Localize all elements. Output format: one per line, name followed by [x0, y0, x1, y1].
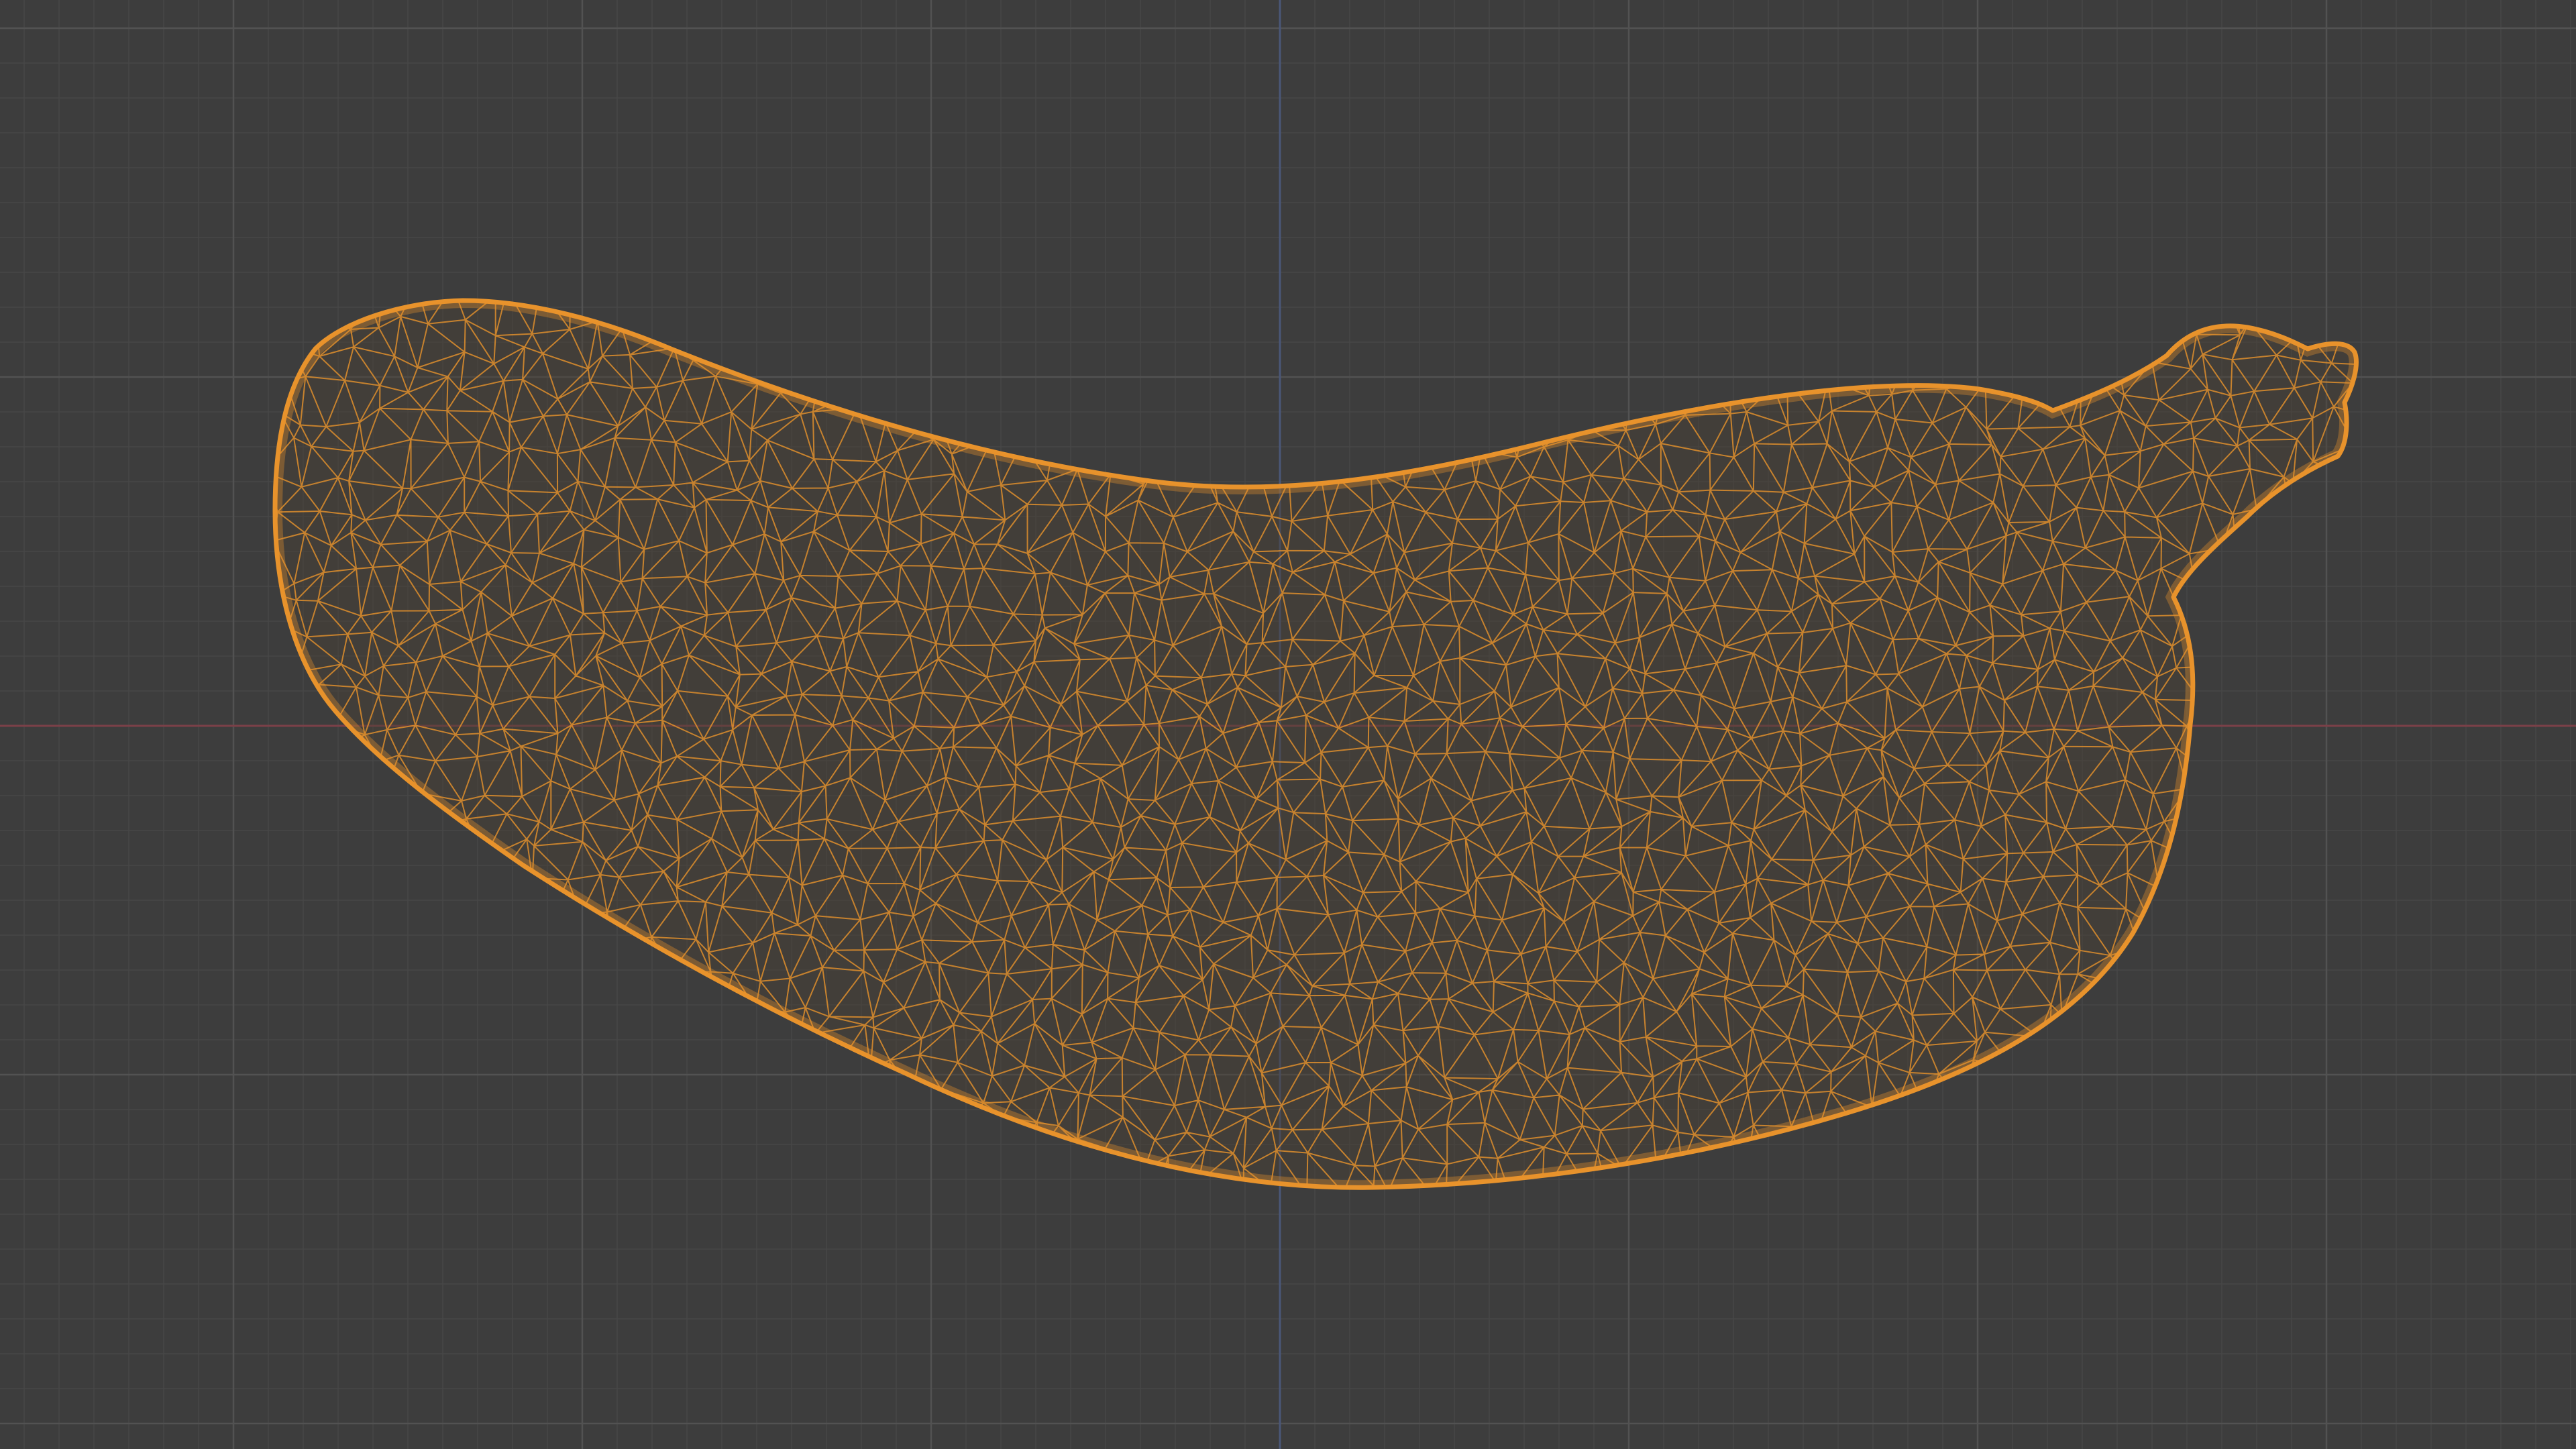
banana-wireframe-mesh[interactable] — [0, 0, 2576, 1449]
banana-fill — [275, 301, 2357, 1188]
3d-viewport[interactable] — [0, 0, 2576, 1449]
